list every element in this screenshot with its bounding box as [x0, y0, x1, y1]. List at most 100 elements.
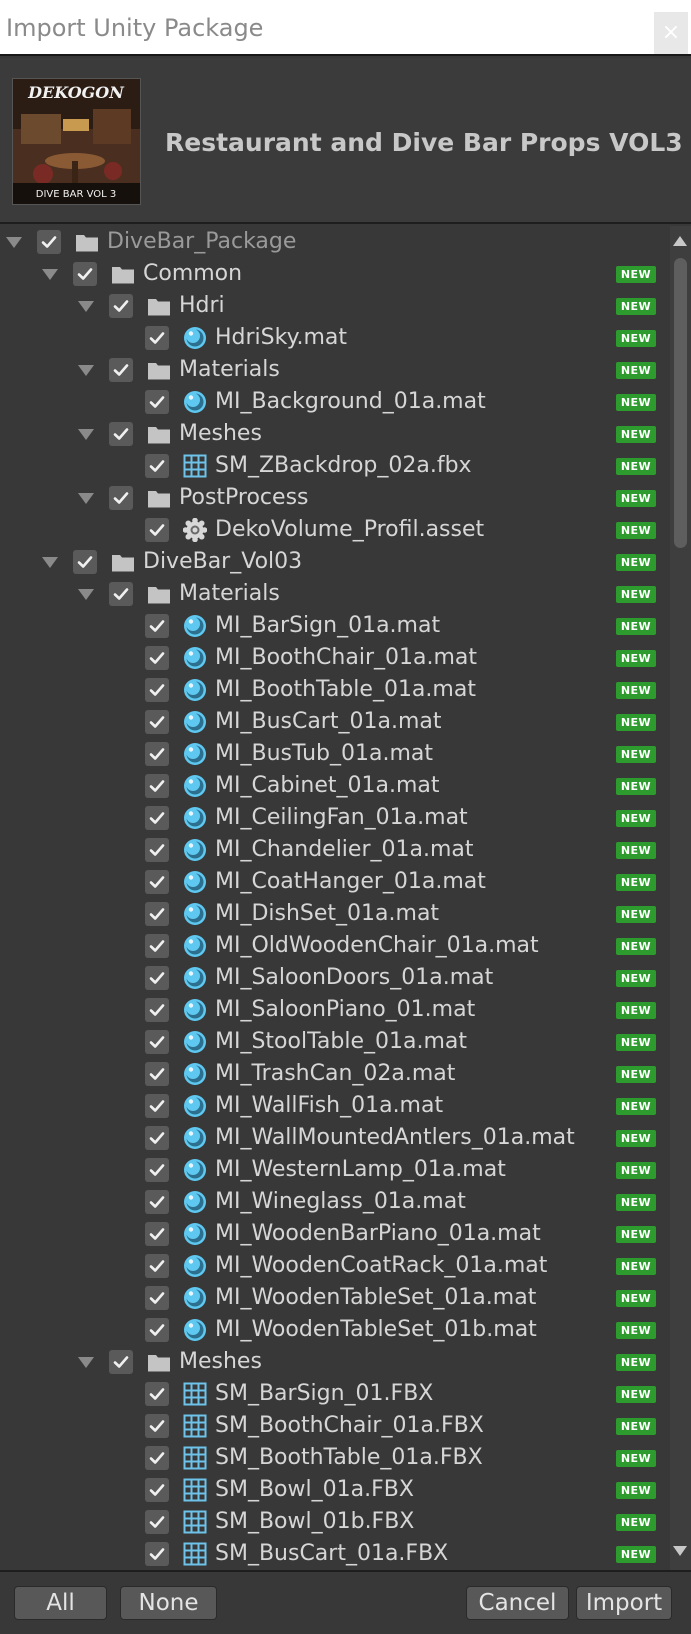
tree-folder-row[interactable]: Materials NEW — [0, 578, 670, 610]
import-checkbox[interactable] — [145, 934, 169, 958]
cancel-button[interactable]: Cancel — [466, 1586, 569, 1620]
tree-asset-row[interactable]: MI_WallMountedAntlers_01a.mat NEW — [0, 1122, 670, 1154]
expand-arrow-icon[interactable] — [78, 493, 94, 504]
tree-asset-row[interactable]: MI_DishSet_01a.mat NEW — [0, 898, 670, 930]
tree-folder-row[interactable]: Materials NEW — [0, 354, 670, 386]
tree-asset-row[interactable]: MI_BoothTable_01a.mat NEW — [0, 674, 670, 706]
tree-asset-row[interactable]: MI_StoolTable_01a.mat NEW — [0, 1026, 670, 1058]
import-checkbox[interactable] — [145, 838, 169, 862]
expand-arrow-icon[interactable] — [6, 237, 22, 248]
tree-folder-row[interactable]: Meshes NEW — [0, 1346, 670, 1378]
expand-arrow-icon[interactable] — [78, 1357, 94, 1368]
tree-folder-row[interactable]: DiveBar_Vol03 NEW — [0, 546, 670, 578]
import-checkbox[interactable] — [73, 262, 97, 286]
expand-arrow-icon[interactable] — [78, 365, 94, 376]
expand-arrow-icon[interactable] — [42, 557, 58, 568]
expand-arrow-icon[interactable] — [42, 269, 58, 280]
import-checkbox[interactable] — [145, 518, 169, 542]
tree-asset-row[interactable]: MI_BusCart_01a.mat NEW — [0, 706, 670, 738]
select-none-button[interactable]: None — [120, 1586, 217, 1620]
tree-asset-row[interactable]: SM_BarSign_01.FBX NEW — [0, 1378, 670, 1410]
import-checkbox[interactable] — [145, 1542, 169, 1566]
tree-folder-row[interactable]: Hdri NEW — [0, 290, 670, 322]
import-checkbox[interactable] — [145, 1158, 169, 1182]
import-checkbox[interactable] — [145, 1318, 169, 1342]
tree-asset-row[interactable]: SM_BoothTable_01a.FBX NEW — [0, 1442, 670, 1474]
tree-asset-row[interactable]: HdriSky.mat NEW — [0, 322, 670, 354]
tree-folder-row[interactable]: Common NEW — [0, 258, 670, 290]
import-checkbox[interactable] — [145, 1414, 169, 1438]
tree-asset-row[interactable]: MI_CeilingFan_01a.mat NEW — [0, 802, 670, 834]
import-checkbox[interactable] — [145, 1382, 169, 1406]
import-checkbox[interactable] — [145, 806, 169, 830]
import-checkbox[interactable] — [145, 1190, 169, 1214]
import-checkbox[interactable] — [109, 358, 133, 382]
import-checkbox[interactable] — [145, 1478, 169, 1502]
import-checkbox[interactable] — [145, 774, 169, 798]
tree-asset-row[interactable]: MI_SaloonPiano_01.mat NEW — [0, 994, 670, 1026]
tree-asset-row[interactable]: MI_WoodenBarPiano_01a.mat NEW — [0, 1218, 670, 1250]
import-checkbox[interactable] — [145, 1510, 169, 1534]
import-checkbox[interactable] — [145, 742, 169, 766]
import-checkbox[interactable] — [145, 1286, 169, 1310]
expand-arrow-icon[interactable] — [78, 301, 94, 312]
close-button[interactable]: × — [654, 12, 688, 54]
select-all-button[interactable]: All — [14, 1586, 107, 1620]
tree-asset-row[interactable]: MI_Cabinet_01a.mat NEW — [0, 770, 670, 802]
tree-asset-row[interactable]: MI_WoodenTableSet_01a.mat NEW — [0, 1282, 670, 1314]
import-checkbox[interactable] — [109, 582, 133, 606]
import-checkbox[interactable] — [145, 1030, 169, 1054]
tree-asset-row[interactable]: SM_Bowl_01a.FBX NEW — [0, 1474, 670, 1506]
tree-asset-row[interactable]: MI_WallFish_01a.mat NEW — [0, 1090, 670, 1122]
tree-asset-row[interactable]: MI_WesternLamp_01a.mat NEW — [0, 1154, 670, 1186]
tree-asset-row[interactable]: MI_WoodenTableSet_01b.mat NEW — [0, 1314, 670, 1346]
scroll-down-arrow-icon[interactable] — [673, 1546, 687, 1556]
tree-asset-row[interactable]: MI_SaloonDoors_01a.mat NEW — [0, 962, 670, 994]
import-checkbox[interactable] — [145, 678, 169, 702]
import-checkbox[interactable] — [145, 998, 169, 1022]
import-checkbox[interactable] — [109, 1350, 133, 1374]
tree-asset-row[interactable]: SM_ZBackdrop_02a.fbx NEW — [0, 450, 670, 482]
tree-asset-row[interactable]: MI_Background_01a.mat NEW — [0, 386, 670, 418]
tree-asset-row[interactable]: DekoVolume_Profil.asset NEW — [0, 514, 670, 546]
tree-asset-row[interactable]: MI_Wineglass_01a.mat NEW — [0, 1186, 670, 1218]
import-checkbox[interactable] — [145, 326, 169, 350]
tree-asset-row[interactable]: MI_BusTub_01a.mat NEW — [0, 738, 670, 770]
tree-asset-row[interactable]: MI_BoothChair_01a.mat NEW — [0, 642, 670, 674]
import-checkbox[interactable] — [109, 422, 133, 446]
import-checkbox[interactable] — [145, 390, 169, 414]
tree-asset-row[interactable]: MI_CoatHanger_01a.mat NEW — [0, 866, 670, 898]
expand-arrow-icon[interactable] — [78, 429, 94, 440]
import-checkbox[interactable] — [145, 1222, 169, 1246]
import-checkbox[interactable] — [145, 1446, 169, 1470]
tree-asset-row[interactable]: MI_OldWoodenChair_01a.mat NEW — [0, 930, 670, 962]
tree-folder-row[interactable]: PostProcess NEW — [0, 482, 670, 514]
expand-arrow-icon[interactable] — [78, 589, 94, 600]
import-checkbox[interactable] — [73, 550, 97, 574]
import-checkbox[interactable] — [145, 454, 169, 478]
scrollbar-thumb[interactable] — [674, 258, 687, 548]
tree-folder-row[interactable]: DiveBar_Package — [0, 226, 670, 258]
import-button[interactable]: Import — [576, 1586, 672, 1620]
tree-asset-row[interactable]: MI_WoodenCoatRack_01a.mat NEW — [0, 1250, 670, 1282]
tree-folder-row[interactable]: Meshes NEW — [0, 418, 670, 450]
import-checkbox[interactable] — [145, 870, 169, 894]
import-checkbox[interactable] — [109, 486, 133, 510]
tree-asset-row[interactable]: MI_Chandelier_01a.mat NEW — [0, 834, 670, 866]
scrollbar[interactable] — [670, 226, 691, 1570]
import-checkbox[interactable] — [145, 966, 169, 990]
tree-asset-row[interactable]: SM_BoothChair_01a.FBX NEW — [0, 1410, 670, 1442]
import-checkbox[interactable] — [145, 710, 169, 734]
import-checkbox[interactable] — [109, 294, 133, 318]
import-checkbox[interactable] — [145, 902, 169, 926]
import-checkbox[interactable] — [145, 1254, 169, 1278]
tree-asset-row[interactable]: SM_Bowl_01b.FBX NEW — [0, 1506, 670, 1538]
import-checkbox[interactable] — [145, 1062, 169, 1086]
import-checkbox[interactable] — [145, 1094, 169, 1118]
import-checkbox[interactable] — [145, 1126, 169, 1150]
import-checkbox[interactable] — [37, 230, 61, 254]
tree-asset-row[interactable]: MI_BarSign_01a.mat NEW — [0, 610, 670, 642]
tree-asset-row[interactable]: SM_BusCart_01a.FBX NEW — [0, 1538, 670, 1570]
import-checkbox[interactable] — [145, 646, 169, 670]
import-checkbox[interactable] — [145, 614, 169, 638]
